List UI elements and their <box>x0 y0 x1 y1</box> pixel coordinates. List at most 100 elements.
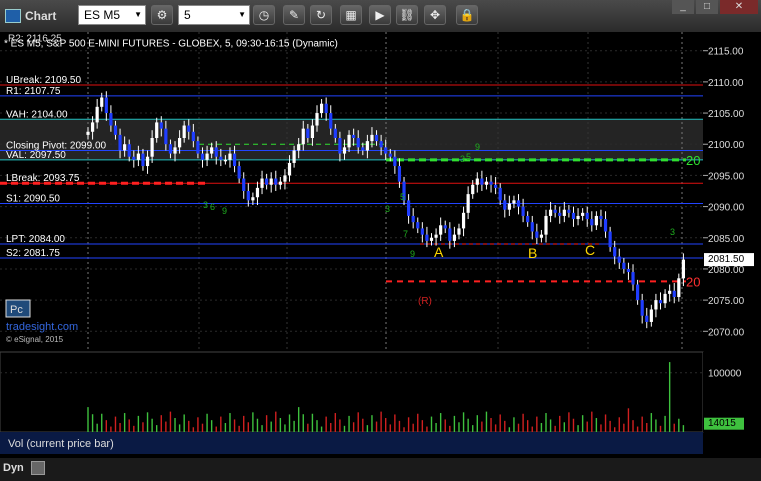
candle-body <box>361 147 365 151</box>
candle-body <box>109 113 113 126</box>
candle-body <box>562 209 566 216</box>
candle-body <box>196 141 200 154</box>
minimize-button[interactable]: _ <box>672 0 694 14</box>
candle-body <box>329 113 333 129</box>
candle-body <box>548 209 553 216</box>
price-panel[interactable] <box>0 32 703 350</box>
chart-area[interactable]: 3 6 9 35793 593 2070.002075.002080.002085.00… <box>0 32 761 458</box>
candle-body <box>416 222 420 229</box>
candle-body <box>530 222 534 232</box>
zoom-icon[interactable] <box>31 461 45 475</box>
pivot-label: S1: 2090.50 <box>6 193 60 204</box>
candle-body <box>315 113 319 126</box>
candle-body <box>205 153 209 160</box>
pivot-label: UBreak: 2109.50 <box>6 75 81 86</box>
esignal-copyright: © eSignal, 2015 <box>6 335 64 344</box>
pc-badge-label: Pc <box>10 304 23 316</box>
symbol-combo[interactable]: ES M5 ▼ <box>78 5 146 25</box>
candle-body <box>338 138 342 154</box>
candle-body <box>191 131 195 142</box>
candle-body <box>118 134 122 151</box>
candle-body <box>672 290 676 297</box>
interval-combo[interactable]: 5 ▼ <box>178 5 250 25</box>
candle-body <box>581 212 585 216</box>
candle-body <box>356 138 360 148</box>
candle-body <box>397 166 402 182</box>
candle-body <box>636 284 640 301</box>
candle-body <box>567 209 571 213</box>
candle-body <box>512 200 516 204</box>
candle-body <box>86 131 90 135</box>
count-marker: 7 <box>403 229 408 239</box>
candle-body <box>448 228 452 241</box>
volume-panel-title: Vol (current price bar) <box>8 438 114 450</box>
refresh-icon[interactable]: ↻ <box>310 5 332 25</box>
candle-body <box>526 215 530 223</box>
candle-body <box>594 215 598 226</box>
header-title: * ES M5, S&P 500 E-MINI FUTURES - GLOBEX… <box>4 38 338 49</box>
label-b: B <box>528 245 537 261</box>
candle-body <box>333 128 337 138</box>
candle-body <box>539 234 544 238</box>
candle-body <box>466 194 470 213</box>
candle-body <box>370 134 374 142</box>
lock-icon[interactable]: 🔒 <box>456 5 478 25</box>
pivot-label: VAH: 2104.00 <box>6 109 68 120</box>
symbol-options-gear-icon[interactable]: ⚙ <box>151 5 173 25</box>
candle-body <box>645 315 649 322</box>
candle-body <box>342 147 347 154</box>
dynamic-mode-button[interactable]: Dyn <box>3 462 24 474</box>
candle-body <box>571 212 576 220</box>
candle-body <box>251 197 255 201</box>
candle-body <box>507 203 511 210</box>
close-button[interactable]: ✕ <box>720 0 758 14</box>
candle-body <box>407 200 411 216</box>
green-20-label: 20 <box>686 153 700 168</box>
candle-body <box>494 184 498 188</box>
candle-body <box>393 156 397 167</box>
candle-body <box>654 300 658 310</box>
candle-body <box>228 153 232 160</box>
candle-body <box>100 97 104 107</box>
tools-icon[interactable]: ✥ <box>424 5 446 25</box>
candle-body <box>113 125 118 135</box>
candle-body <box>187 125 191 132</box>
candle-body <box>324 103 328 114</box>
toolbar: Chart ES M5 ▼ ⚙ 5 ▼ ◷ ✎ ↻ ▦ ▶ ⛓ ✥ 🔒 _ □ … <box>0 0 761 33</box>
candle-body <box>480 178 484 185</box>
count-marker: 3 <box>203 200 208 210</box>
volume-panel[interactable] <box>0 351 704 433</box>
chevron-down-icon: ▼ <box>134 10 142 19</box>
pencil-draw-icon[interactable]: ✎ <box>283 5 305 25</box>
link-icon[interactable]: ⛓ <box>396 5 418 25</box>
candle-body <box>668 290 672 294</box>
price-tick-label: 2095.00 <box>708 171 745 182</box>
count-marker: 5 <box>466 152 471 162</box>
clock-icon[interactable]: ◷ <box>253 5 275 25</box>
candle-body <box>475 178 479 185</box>
candle-body <box>613 247 617 257</box>
candle-body <box>352 134 356 138</box>
volume-last-value: 14015 <box>708 418 736 429</box>
candle-body <box>283 175 287 182</box>
maximize-button[interactable]: □ <box>696 0 718 14</box>
candle-body <box>223 159 227 162</box>
candle-body <box>310 125 315 138</box>
candle-body <box>173 147 177 154</box>
candle-body <box>178 138 182 148</box>
count-marker: 3 <box>670 227 675 237</box>
price-axis[interactable]: 2070.00 2075.00 2080.00 2085.00 2090.00 2095.… <box>703 32 761 350</box>
last-price-tag: 2081.50 <box>704 253 754 267</box>
chart-type-icon[interactable]: ▦ <box>340 5 362 25</box>
chevron-down-icon: ▼ <box>238 10 246 19</box>
candle-body <box>297 144 301 151</box>
count-marker: 3 <box>460 154 465 164</box>
candle-body <box>159 122 163 129</box>
candle-body <box>232 153 237 167</box>
candle-body <box>489 181 493 185</box>
price-tick-label: 2075.00 <box>708 296 745 307</box>
play-icon[interactable]: ▶ <box>369 5 391 25</box>
candle-body <box>127 144 131 157</box>
candle-body <box>301 128 305 145</box>
candle-body <box>136 153 140 160</box>
